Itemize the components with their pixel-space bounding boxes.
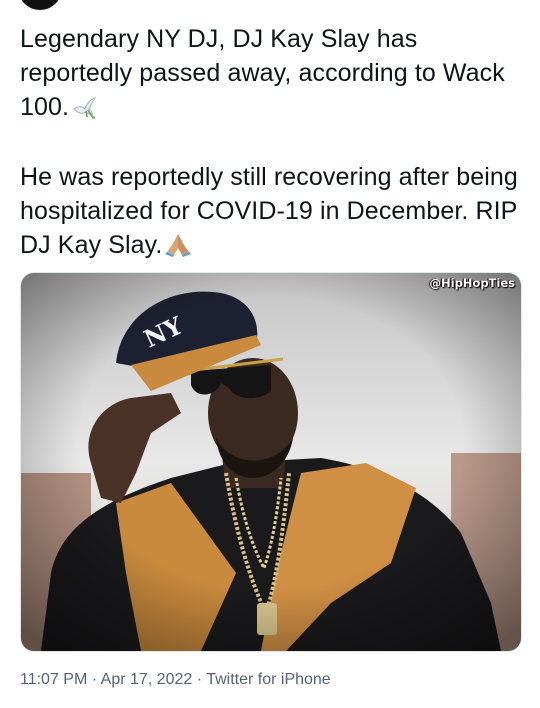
tweet-paragraph-2-text: He was reportedly still recovering after… (20, 163, 518, 259)
tweet-text: Legendary NY DJ, DJ Kay Slay has reporte… (20, 22, 525, 266)
tweet-photo[interactable]: NY @HipHopTies (20, 272, 522, 652)
photo-watermark: @HipHopTies (429, 276, 516, 290)
avatar[interactable] (18, 0, 62, 10)
photo-illustration: NY (21, 273, 521, 651)
tweet-paragraph-1: Legendary NY DJ, DJ Kay Slay has reporte… (20, 22, 525, 128)
tweet-date[interactable]: Apr 17, 2022 (101, 671, 193, 688)
tweet-time[interactable]: 11:07 PM (20, 671, 87, 688)
tweet-source: Twitter for iPhone (206, 671, 331, 688)
tweet-paragraph-2: He was reportedly still recovering after… (20, 160, 525, 266)
tweet-meta: 11:07 PM · Apr 17, 2022 · Twitter for iP… (20, 671, 331, 689)
dove-icon (71, 94, 97, 128)
folded-hands-icon (164, 231, 192, 266)
